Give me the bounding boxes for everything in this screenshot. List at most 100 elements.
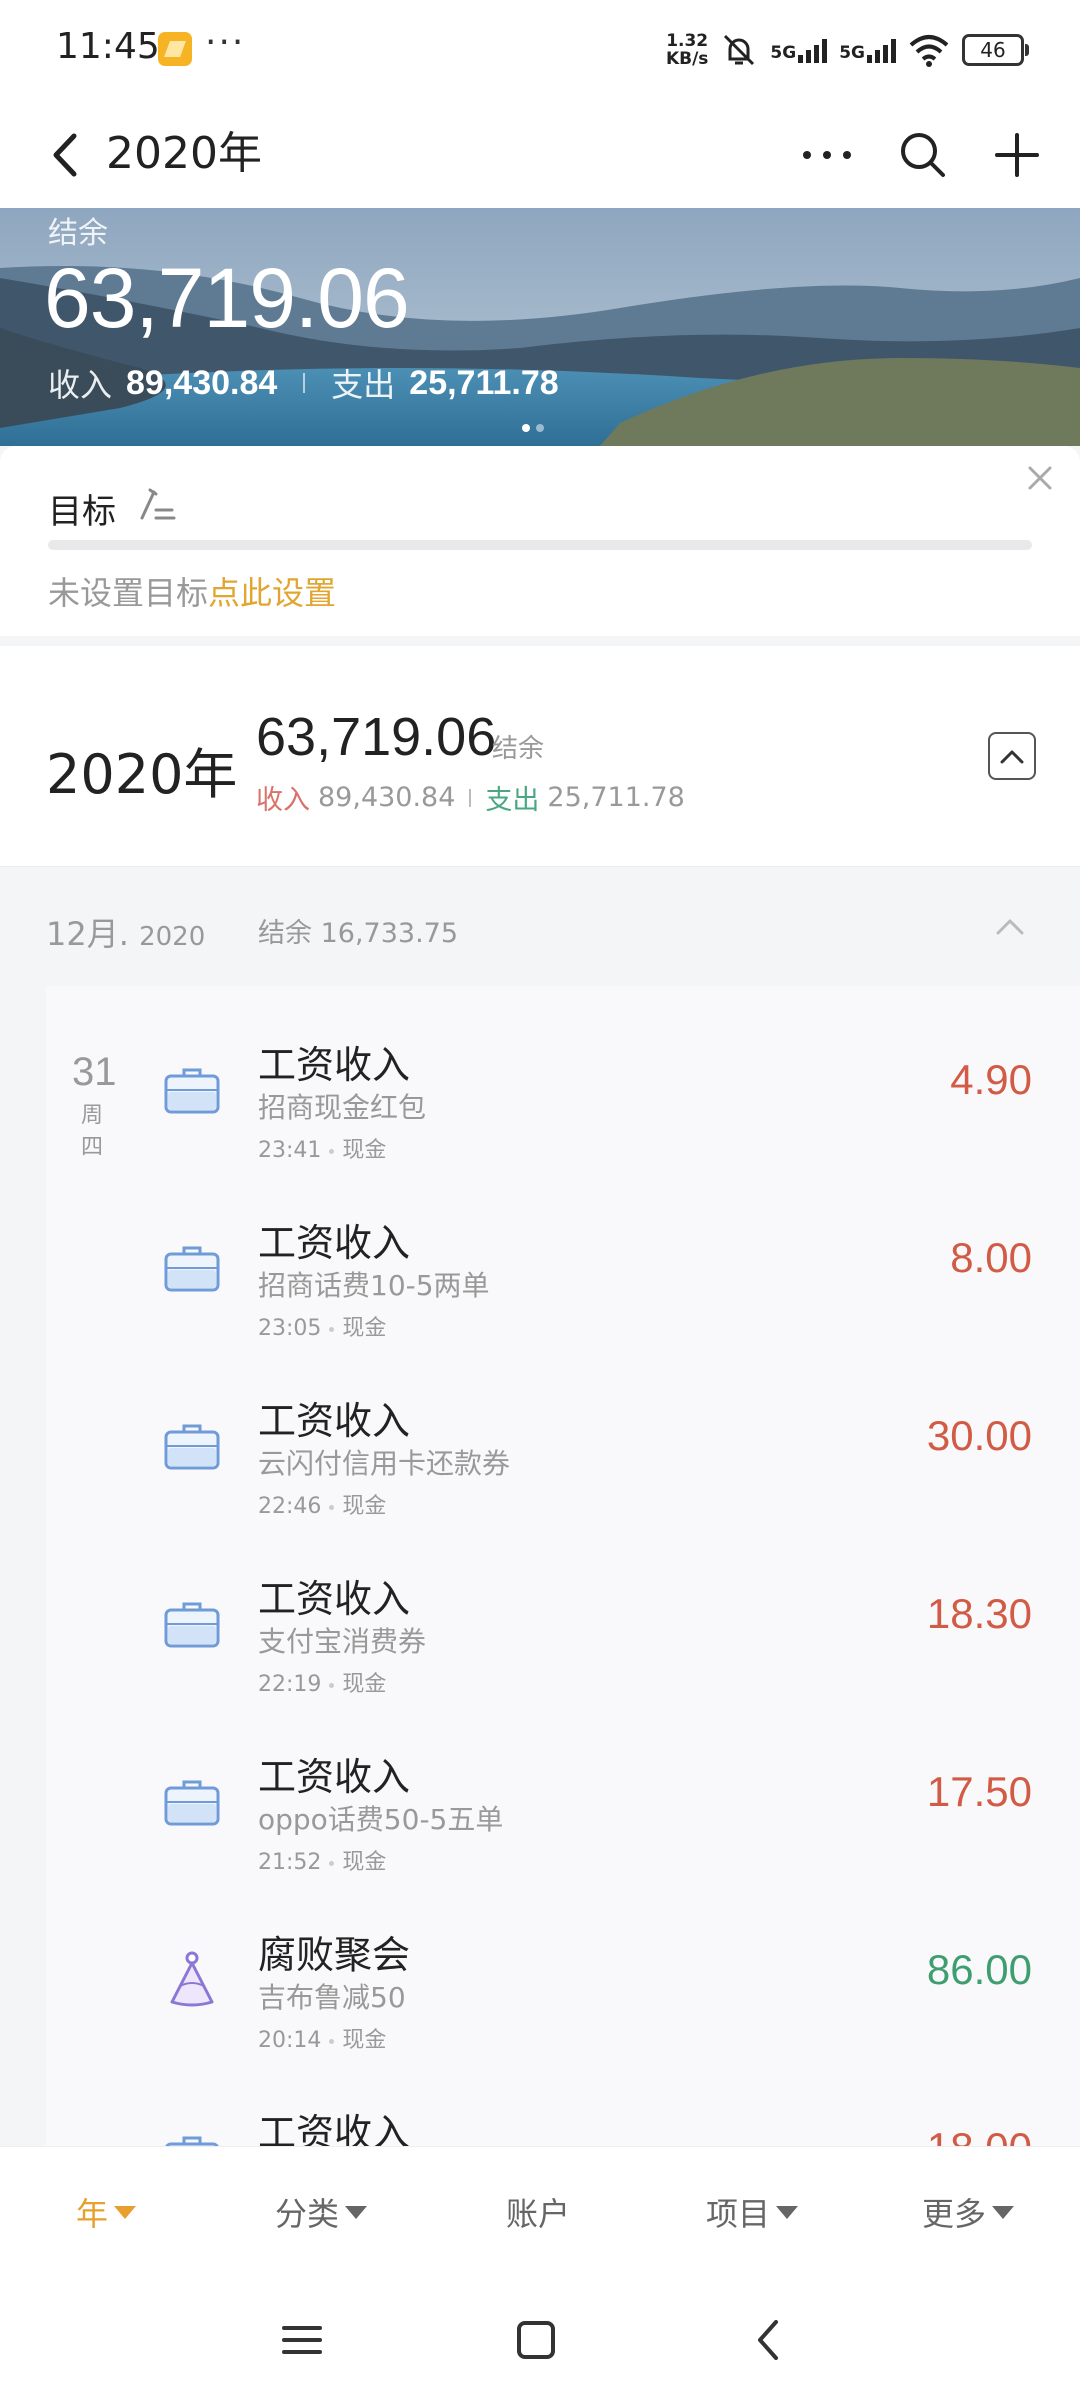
transaction-category: 腐败聚会 <box>258 1933 411 1977</box>
add-button[interactable] <box>982 120 1052 190</box>
year-income-expense: 收入 89,430.84 支出 25,711.78 <box>256 778 685 817</box>
briefcase-icon <box>164 1068 220 1114</box>
briefcase-icon <box>164 1246 220 1292</box>
transaction-category: 工资收入 <box>258 1399 411 1443</box>
banner-expense-label: 支出 <box>331 366 396 404</box>
system-back-icon[interactable] <box>740 2310 800 2370</box>
set-goal-link[interactable]: 点此设置 <box>208 574 336 612</box>
collapse-year-button[interactable] <box>988 732 1036 780</box>
transaction-row[interactable]: 工资收入 云闪付信用卡还款券 22:46 现金 30.00 <box>46 1342 1080 1520</box>
banner-expense-amount: 25,711.78 <box>409 363 559 402</box>
transaction-amount: 18.00 <box>927 2124 1032 2146</box>
banner-income-amount: 89,430.84 <box>126 363 278 402</box>
transaction-amount: 17.50 <box>926 1768 1032 1815</box>
year-balance-label: 结余 <box>492 734 545 764</box>
edit-pen-icon[interactable] <box>136 482 178 524</box>
caret-down-icon <box>114 2205 137 2219</box>
transaction-category: 工资收入 <box>258 2111 411 2146</box>
transaction-meta: 23:41 现金 <box>258 1132 386 1164</box>
transaction-note: 招商现金红包 <box>258 1091 427 1124</box>
transaction-category: 工资收入 <box>258 1221 411 1265</box>
briefcase-icon <box>164 1602 220 1648</box>
caret-down-icon <box>776 2205 799 2219</box>
transaction-row[interactable]: 工资收入 支付宝消费券 22:19 现金 18.30 <box>46 1520 1080 1698</box>
more-icon <box>803 151 851 159</box>
status-time: 11:45 <box>56 26 160 67</box>
banner-page-indicator <box>522 424 544 432</box>
page-dot-active <box>522 424 530 432</box>
page-dot <box>536 424 544 432</box>
party-hat-icon <box>170 1951 214 2007</box>
transaction-note: 支付宝消费券 <box>258 1625 427 1658</box>
goal-hint: 未设置目标点此设置 <box>48 568 336 614</box>
year-expense-amount: 25,711.78 <box>547 782 685 813</box>
search-icon <box>901 133 945 177</box>
back-button[interactable] <box>40 120 100 190</box>
transaction-account: 现金 <box>342 1316 387 1341</box>
month-label: 12月. 2020 <box>46 909 205 955</box>
more-button[interactable] <box>792 120 862 190</box>
transaction-time: 23:05 <box>258 1316 322 1341</box>
weekday: 周四 <box>80 1103 103 1160</box>
day-number: 31 <box>72 1050 117 1094</box>
signal-sim1-icon: 5G <box>770 37 828 63</box>
network-speed: 1.32 KB/s <box>665 31 709 69</box>
balance-banner[interactable]: 结余 63,719.06 收入 89,430.84 支出 25,711.78 <box>0 208 1080 446</box>
transaction-row[interactable]: 31 周四 工资收入 招商现金红包 23:41 现金 4.90 <box>46 986 1080 1164</box>
month-balance-amount: 16,733.75 <box>320 918 459 949</box>
transaction-meta: 22:19 现金 <box>258 1666 386 1698</box>
year-label: 2020年 <box>46 743 238 806</box>
system-navigation-bar <box>0 2280 1080 2400</box>
close-icon[interactable] <box>1020 458 1060 498</box>
goal-hint-text: 未设置目标 <box>48 574 209 612</box>
transaction-row[interactable]: 工资收入 oppo话费50-5五单 21:52 现金 17.50 <box>46 1698 1080 1876</box>
briefcase-icon <box>164 1424 220 1470</box>
transaction-amount: 8.00 <box>950 1234 1032 1281</box>
goal-title: 目标 <box>48 492 116 532</box>
transaction-category: 工资收入 <box>258 1755 411 1799</box>
recents-menu-icon[interactable] <box>272 2310 332 2370</box>
goal-card: 目标 未设置目标点此设置 <box>0 446 1080 636</box>
caret-down-icon <box>992 2205 1015 2219</box>
tab-project[interactable]: 项目 <box>706 2189 799 2235</box>
transaction-note: 云闪付信用卡还款券 <box>258 1447 511 1480</box>
tab-category[interactable]: 分类 <box>275 2189 368 2235</box>
transaction-list: 31 周四 工资收入 招商现金红包 23:41 现金 4.90 工资收入 招商话费… <box>46 986 1080 2146</box>
month-year: 2020 <box>139 922 206 952</box>
bottom-tab-bar: 年 分类 账户 项目 更多 <box>0 2146 1080 2281</box>
battery-icon: 46 <box>962 34 1029 66</box>
year-income-label: 收入 <box>256 785 310 816</box>
year-summary: 2020年 63,719.06 结余 收入 89,430.84 支出 25,71… <box>0 646 1080 866</box>
more-notifications-icon: ··· <box>205 22 246 63</box>
transaction-time: 22:46 <box>258 1494 322 1519</box>
transaction-note: 吉布鲁减50 <box>258 1981 406 2014</box>
divider <box>469 788 472 807</box>
page-title: 2020年 <box>106 128 262 179</box>
year-expense-label: 支出 <box>485 785 540 816</box>
chevron-up-icon[interactable] <box>990 907 1030 947</box>
month-name: 12月. <box>46 915 129 953</box>
tab-more[interactable]: 更多 <box>922 2189 1015 2235</box>
month-header[interactable]: 12月. 2020 结余 16,733.75 <box>0 866 1080 987</box>
transaction-time: 20:14 <box>258 2028 322 2053</box>
transaction-row[interactable]: 工资收入 18.00 <box>46 2054 1080 2146</box>
transaction-row[interactable]: 工资收入 招商话费10-5两单 23:05 现金 8.00 <box>46 1164 1080 1342</box>
transaction-row[interactable]: 腐败聚会 吉布鲁减50 20:14 现金 86.00 <box>46 1876 1080 2054</box>
transaction-meta: 21:52 现金 <box>258 1844 386 1876</box>
caret-down-icon <box>345 2205 368 2219</box>
search-button[interactable] <box>888 120 958 190</box>
transaction-note: oppo话费50-5五单 <box>258 1803 504 1836</box>
mute-bell-icon <box>724 34 755 66</box>
tab-account[interactable]: 账户 <box>506 2189 570 2235</box>
transaction-account: 现金 <box>342 1138 387 1163</box>
home-square-icon[interactable] <box>506 2310 566 2370</box>
goal-progress-bar <box>48 540 1032 550</box>
transaction-meta: 20:14 现金 <box>258 2022 386 2054</box>
gallery-notification-icon <box>158 32 192 66</box>
banner-income-label: 收入 <box>48 366 113 404</box>
add-icon <box>995 133 1039 177</box>
tab-year[interactable]: 年 <box>76 2189 137 2235</box>
month-balance-label: 结余 <box>258 918 312 949</box>
divider <box>303 373 306 393</box>
banner-income-expense: 收入 89,430.84 支出 25,711.78 <box>48 360 559 406</box>
